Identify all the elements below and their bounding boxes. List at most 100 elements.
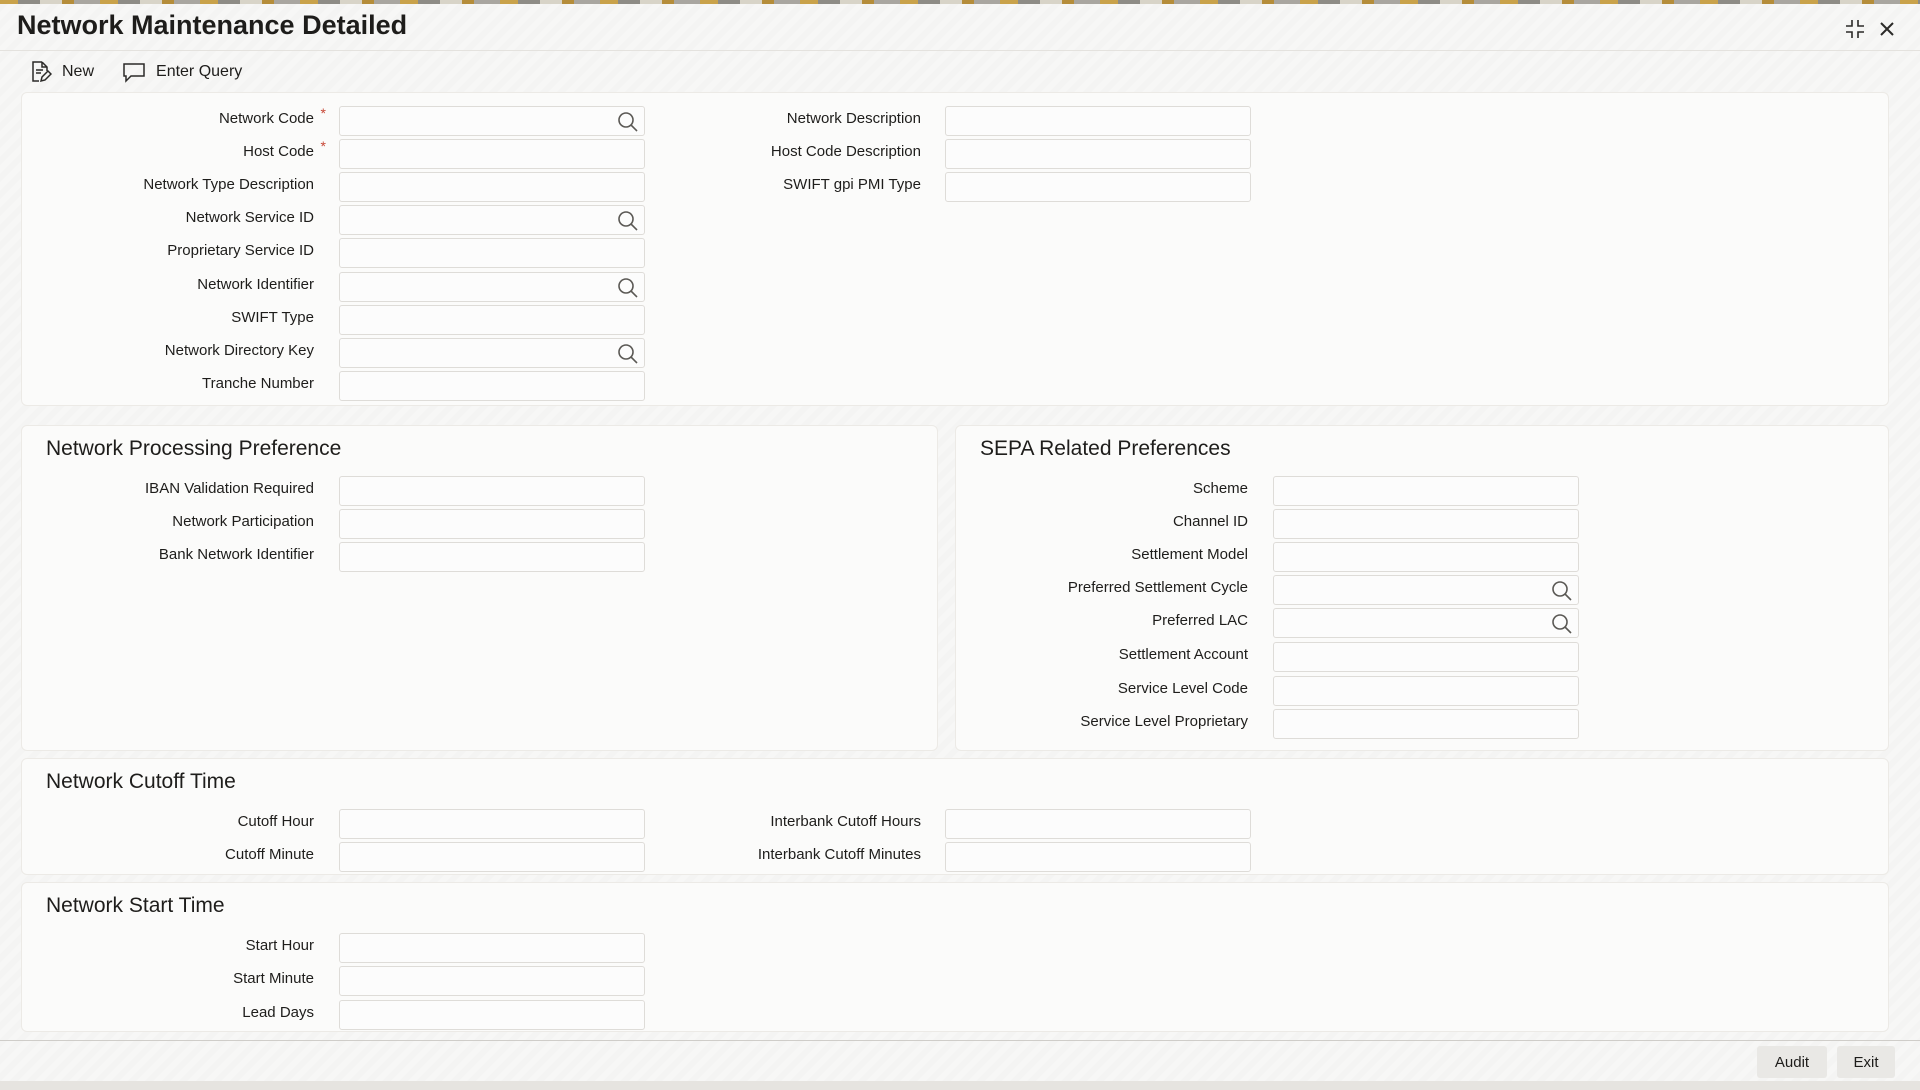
network-service-id-field[interactable] — [339, 205, 645, 235]
network-directory-key-field[interactable] — [339, 338, 645, 368]
proprietary-service-id-field[interactable] — [339, 238, 645, 268]
channel-id-label: Channel ID — [1172, 513, 1248, 530]
network-description-field[interactable] — [945, 106, 1251, 136]
preferred-lac-label: Preferred LAC — [1152, 612, 1248, 629]
cutoff-minute-field[interactable] — [339, 842, 645, 872]
interbank-cutoff-hours-label: Interbank Cutoff Hours — [770, 813, 921, 830]
preferred-settlement-cycle-field[interactable] — [1273, 575, 1579, 605]
exit-button[interactable]: Exit — [1837, 1046, 1895, 1078]
service-level-code-input[interactable] — [1274, 677, 1578, 705]
swift-gpi-pmi-type-label: SWIFT gpi PMI Type — [783, 176, 921, 193]
new-button[interactable]: New — [28, 60, 94, 84]
network-code-lookup-button[interactable] — [617, 111, 639, 133]
tranche-number-input[interactable] — [340, 372, 644, 400]
bank-network-identifier-label: Bank Network Identifier — [158, 546, 314, 563]
close-icon — [1880, 22, 1894, 36]
network-type-description-input[interactable] — [340, 173, 644, 201]
preferred-lac-lookup-button[interactable] — [1551, 613, 1573, 635]
iban-validation-required-label: IBAN Validation Required — [145, 480, 314, 497]
host-code-label: Host Code * — [243, 138, 326, 160]
proprietary-service-id-input[interactable] — [340, 239, 644, 267]
network-identifier-label: Network Identifier — [197, 276, 314, 293]
cutoff-hour-input[interactable] — [340, 810, 644, 838]
network-type-description-field[interactable] — [339, 172, 645, 202]
bank-network-identifier-input[interactable] — [340, 543, 644, 571]
proprietary-service-id-label: Proprietary Service ID — [167, 242, 314, 259]
enter-query-button[interactable]: Enter Query — [122, 61, 242, 83]
network-identifier-field[interactable] — [339, 272, 645, 302]
network-directory-key-lookup-button[interactable] — [617, 343, 639, 365]
network-cutoff-time-title: Network Cutoff Time — [46, 770, 236, 793]
page-title: Network Maintenance Detailed — [17, 10, 408, 40]
host-code-description-field[interactable] — [945, 139, 1251, 169]
network-participation-field[interactable] — [339, 509, 645, 539]
service-level-proprietary-input[interactable] — [1274, 710, 1578, 738]
preferred-lac-field[interactable] — [1273, 608, 1579, 638]
lead-days-field[interactable] — [339, 1000, 645, 1030]
close-button[interactable] — [1874, 16, 1900, 42]
audit-button[interactable]: Audit — [1757, 1046, 1827, 1078]
footer-divider — [0, 1040, 1920, 1041]
enter-query-button-label: Enter Query — [156, 63, 243, 80]
service-level-proprietary-field[interactable] — [1273, 709, 1579, 739]
host-code-input[interactable] — [340, 140, 644, 168]
preferred-lac-input[interactable] — [1274, 609, 1578, 637]
service-level-proprietary-label: Service Level Proprietary — [1080, 713, 1248, 730]
cutoff-hour-field[interactable] — [339, 809, 645, 839]
start-minute-input[interactable] — [340, 967, 644, 995]
cutoff-minute-input[interactable] — [340, 843, 644, 871]
network-code-input[interactable] — [340, 107, 644, 135]
search-icon — [618, 112, 638, 132]
scheme-field[interactable] — [1273, 476, 1579, 506]
cutoff-hour-label: Cutoff Hour — [237, 813, 314, 830]
preferred-settlement-cycle-lookup-button[interactable] — [1551, 580, 1573, 602]
service-level-code-field[interactable] — [1273, 676, 1579, 706]
network-service-id-input[interactable] — [340, 206, 644, 234]
network-participation-input[interactable] — [340, 510, 644, 538]
interbank-cutoff-minutes-input[interactable] — [946, 843, 1250, 871]
iban-validation-required-field[interactable] — [339, 476, 645, 506]
settlement-model-input[interactable] — [1274, 543, 1578, 571]
swift-gpi-pmi-type-field[interactable] — [945, 172, 1251, 202]
channel-id-field[interactable] — [1273, 509, 1579, 539]
settlement-account-label: Settlement Account — [1118, 646, 1248, 663]
network-identifier-lookup-button[interactable] — [617, 277, 639, 299]
search-icon — [1552, 581, 1572, 601]
network-code-field[interactable] — [339, 106, 645, 136]
settlement-account-input[interactable] — [1274, 643, 1578, 671]
interbank-cutoff-minutes-field[interactable] — [945, 842, 1251, 872]
chat-query-icon — [123, 63, 145, 83]
swift-type-input[interactable] — [340, 306, 644, 334]
search-icon — [618, 278, 638, 298]
tranche-number-field[interactable] — [339, 371, 645, 401]
interbank-cutoff-hours-input[interactable] — [946, 810, 1250, 838]
network-description-input[interactable] — [946, 107, 1250, 135]
bank-network-identifier-field[interactable] — [339, 542, 645, 572]
start-hour-input[interactable] — [340, 934, 644, 962]
network-maintenance-window: Network Maintenance Detailed New Enter Q… — [0, 4, 1920, 1090]
network-service-id-label: Network Service ID — [185, 209, 314, 226]
host-code-field[interactable] — [339, 139, 645, 169]
network-service-id-lookup-button[interactable] — [617, 210, 639, 232]
start-hour-field[interactable] — [339, 933, 645, 963]
iban-validation-required-input[interactable] — [340, 477, 644, 505]
channel-id-input[interactable] — [1274, 510, 1578, 538]
search-icon — [618, 344, 638, 364]
settlement-model-field[interactable] — [1273, 542, 1579, 572]
network-identifier-input[interactable] — [340, 273, 644, 301]
swift-gpi-pmi-type-input[interactable] — [946, 173, 1250, 201]
lead-days-input[interactable] — [340, 1001, 644, 1029]
host-code-description-input[interactable] — [946, 140, 1250, 168]
search-icon — [1552, 614, 1572, 634]
collapse-button[interactable] — [1842, 16, 1868, 42]
interbank-cutoff-hours-field[interactable] — [945, 809, 1251, 839]
start-minute-field[interactable] — [339, 966, 645, 996]
settlement-account-field[interactable] — [1273, 642, 1579, 672]
network-directory-key-input[interactable] — [340, 339, 644, 367]
swift-type-field[interactable] — [339, 305, 645, 335]
scheme-input[interactable] — [1274, 477, 1578, 505]
new-button-label: New — [62, 63, 95, 80]
preferred-settlement-cycle-input[interactable] — [1274, 576, 1578, 604]
required-marker: * — [320, 138, 326, 154]
sepa-related-preferences-title: SEPA Related Preferences — [980, 437, 1231, 460]
